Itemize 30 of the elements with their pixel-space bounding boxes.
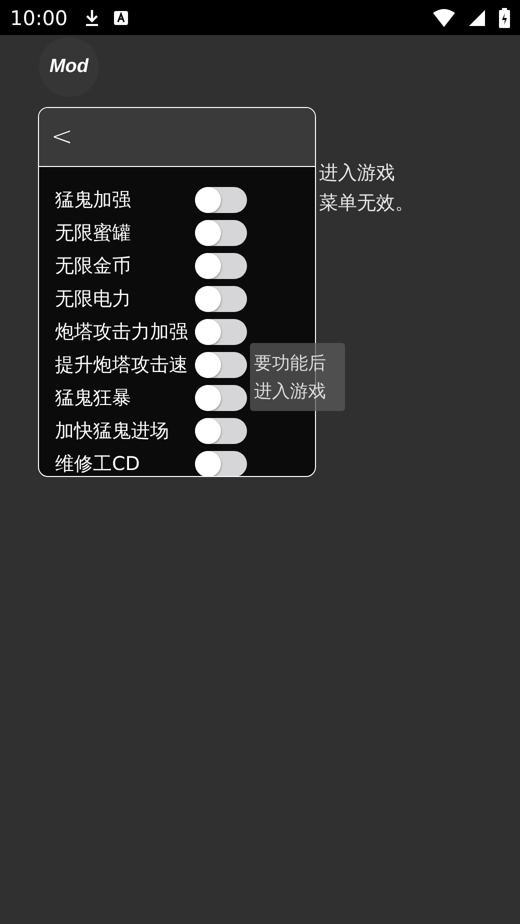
app-notification-icon (114, 10, 128, 24)
download-icon (84, 8, 100, 26)
toggle-switch[interactable] (195, 220, 247, 246)
toast-text: 要功能后 (254, 352, 327, 375)
toggle-switch[interactable] (195, 418, 247, 444)
clock: 10:00 (10, 6, 68, 30)
toggle-switch[interactable] (195, 384, 247, 410)
option-label: 无限蜜罐 (55, 220, 132, 246)
option-label: 无限金币 (55, 254, 132, 278)
option-label: 猛鬼狂暴 (55, 386, 132, 410)
option-label: 维修工CD (55, 452, 141, 476)
instruction-text: 进入游戏 (319, 161, 395, 186)
toggle-switch[interactable] (195, 286, 247, 312)
option-label: 炮塔攻击力加强 (55, 320, 189, 344)
toggle-switch[interactable] (195, 186, 247, 212)
wifi-icon (433, 8, 455, 26)
signal-icon (469, 10, 485, 26)
toggle-switch[interactable] (195, 252, 247, 278)
option-label: 无限电力 (55, 286, 132, 312)
mod-logo[interactable]: Mod (39, 37, 99, 97)
instruction-text: 菜单无效。 (319, 191, 414, 216)
back-button[interactable]: < (47, 122, 77, 152)
toggle-switch[interactable] (195, 352, 247, 378)
option-label: 加快猛鬼进场 (55, 418, 170, 444)
toggle-switch[interactable] (195, 318, 247, 344)
toast-text: 进入游戏 (254, 380, 327, 403)
toggle-switch[interactable] (195, 450, 247, 476)
option-label: 提升炮塔攻击速 (55, 352, 189, 378)
battery-icon (499, 8, 510, 28)
option-label: 猛鬼加强 (55, 188, 132, 212)
